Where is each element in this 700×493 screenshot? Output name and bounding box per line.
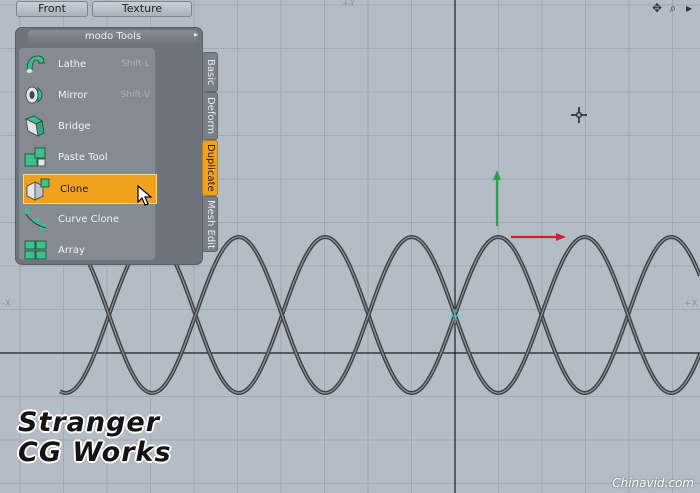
tool-label: Mirror	[58, 89, 88, 101]
tool-list: Lathe Shift-L Mirror Shift-V Bridge Past…	[19, 48, 157, 260]
watermark-line-2: CG Works	[18, 437, 172, 468]
curve-clone-icon	[22, 206, 50, 232]
tool-curve-clone-button[interactable]: Curve Clone	[22, 205, 156, 233]
axis-label-left: -X	[2, 299, 11, 309]
tool-label: Curve Clone	[58, 213, 120, 225]
tool-label: Lathe	[58, 58, 87, 70]
credit-text: Chinavid.com	[612, 476, 694, 490]
watermark-line-1: Stranger	[18, 407, 161, 438]
zoom-view-icon[interactable]: ⌕	[666, 1, 680, 15]
tool-label: Clone	[60, 183, 89, 195]
tool-shortcut: Shift-L	[121, 59, 150, 69]
axis-label-right: +X	[684, 299, 698, 309]
tool-bridge-button[interactable]: Bridge	[22, 112, 156, 140]
mirror-icon	[22, 82, 50, 108]
tab-mesh-edit[interactable]: Mesh Edit	[202, 196, 218, 252]
tool-lathe-button[interactable]: Lathe Shift-L	[22, 50, 156, 78]
x-handle-arrow-icon[interactable]	[556, 233, 566, 241]
tool-mirror-button[interactable]: Mirror Shift-V	[22, 81, 156, 109]
bridge-icon	[22, 113, 50, 139]
watermark-logo: Stranger CG Works	[18, 408, 218, 468]
mouse-cursor-icon	[137, 185, 153, 206]
y-handle-arrow-icon[interactable]	[493, 170, 501, 180]
tab-duplicate[interactable]: Duplicate	[202, 140, 218, 196]
move-view-icon[interactable]: ✥	[650, 1, 664, 15]
crosshair-cursor-icon	[571, 107, 587, 123]
lathe-icon	[22, 51, 50, 77]
view-menu-icon[interactable]: ▸	[682, 1, 696, 15]
tab-basic[interactable]: Basic	[202, 52, 218, 92]
array-icon	[22, 237, 50, 263]
tool-array-button[interactable]: Array	[22, 236, 156, 264]
origin-marker-icon	[448, 309, 462, 323]
texture-view-button[interactable]: Texture	[92, 1, 192, 17]
axis-label-top: +Y	[342, 0, 356, 9]
tool-label: Paste Tool	[58, 151, 108, 163]
panel-expand-icon[interactable]: ▸	[194, 30, 198, 39]
tool-label: Array	[58, 244, 85, 256]
panel-title[interactable]: modo Tools	[28, 30, 198, 44]
tool-label: Bridge	[58, 120, 91, 132]
tools-panel: modo Tools ▸ Lathe Shift-L Mirror Shift-…	[16, 28, 218, 264]
tool-tabs: Basic Deform Duplicate Mesh Edit	[202, 52, 218, 272]
transform-handle[interactable]	[493, 170, 566, 241]
tool-shortcut: Shift-V	[120, 90, 150, 100]
front-view-button[interactable]: Front	[16, 1, 88, 17]
viewport-controls: ✥ ⌕ ▸	[650, 1, 696, 15]
paste-tool-icon	[22, 144, 50, 170]
clone-icon	[24, 176, 52, 202]
tool-paste-button[interactable]: Paste Tool	[22, 143, 156, 171]
tab-deform[interactable]: Deform	[202, 92, 218, 140]
